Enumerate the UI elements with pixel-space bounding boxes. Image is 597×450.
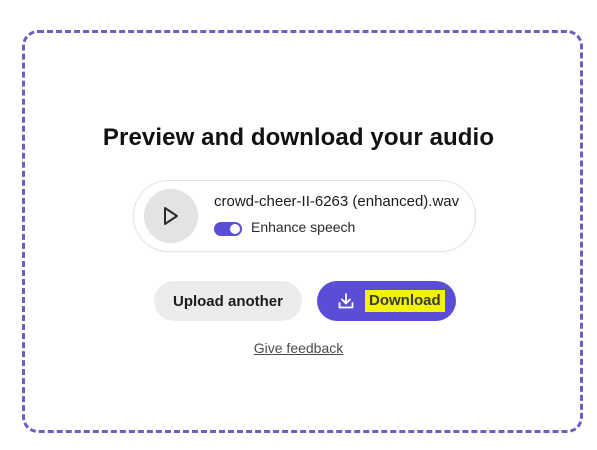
toggle-knob bbox=[230, 224, 240, 234]
enhance-speech-toggle[interactable] bbox=[214, 222, 242, 236]
enhance-speech-label: Enhance speech bbox=[251, 219, 356, 235]
download-button[interactable]: Download bbox=[317, 281, 456, 321]
upload-another-button[interactable]: Upload another bbox=[154, 281, 302, 321]
page-title: Preview and download your audio bbox=[102, 124, 495, 151]
play-button[interactable] bbox=[144, 189, 198, 243]
audio-player: crowd-cheer-II-6263 (enhanced).wav Enhan… bbox=[133, 180, 476, 252]
download-icon bbox=[338, 293, 354, 309]
audio-filename: crowd-cheer-II-6263 (enhanced).wav bbox=[214, 193, 460, 210]
download-label: Download bbox=[365, 290, 445, 312]
play-icon bbox=[164, 207, 178, 225]
give-feedback-link[interactable]: Give feedback bbox=[0, 340, 597, 356]
